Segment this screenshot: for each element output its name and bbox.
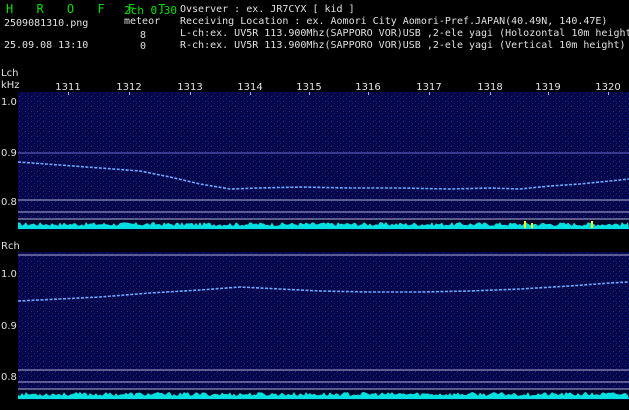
lch-time-tick: 1312 [116, 82, 141, 93]
lch-time-tick: 1318 [477, 82, 502, 93]
lch-time-tick: 1311 [55, 82, 80, 93]
lch-meteor-count: 8 [139, 30, 146, 41]
rch-meteor-count: 0 [139, 41, 146, 52]
meteor-label: meteor [124, 16, 161, 27]
lch-ytick: 0.8 [1, 197, 17, 208]
lch-ytick: 0.9 [1, 148, 17, 159]
rch-label: Rch [1, 241, 20, 252]
lch-time-tick: 1320 [595, 82, 620, 93]
lch-time-tick: 1314 [237, 82, 262, 93]
rch-ytick: 0.8 [1, 372, 17, 383]
location-info: Receiving Location : ex. Aomori City Aom… [180, 16, 608, 27]
lch-label: Lch [1, 68, 18, 79]
rch-ytick: 1.0 [1, 269, 17, 280]
lch-ytick: 1.0 [1, 97, 17, 108]
lch-spectrum-area [18, 92, 629, 227]
lch-panel: Lch kHz 1311 1312 1313 1314 1315 1316 13… [1, 68, 629, 230]
lch-time-tick: 1315 [296, 82, 321, 93]
lch-time-ticks: 1311 1312 1313 1314 1315 1316 1317 1318 … [55, 82, 620, 93]
rch-panel: Rch 1.0 0.9 0.8 [1, 241, 629, 400]
lch-receiver-info: L-ch:ex. UV5R 113.900Mhz(SAPPORO VOR)USB… [180, 28, 629, 39]
lch-time-tick: 1317 [416, 82, 441, 93]
lch-time-tick: 1316 [355, 82, 380, 93]
file-name: 2509081310.png [4, 18, 89, 29]
rch-receiver-info: R-ch:ex. UV5R 113.900Mhz(SAPPORO VOR)USB… [180, 40, 626, 51]
spectrogram-panels: Lch kHz 1311 1312 1313 1314 1315 1316 13… [1, 68, 629, 400]
rch-ytick: 0.9 [1, 321, 17, 332]
capture-datetime: 25.09.08 13:10 [4, 40, 89, 51]
observer-info: Ovserver : ex. JR7CYX [ kid ] [180, 4, 355, 15]
header: H R O F F T 2ch 0.30 2509081310.png mete… [0, 0, 629, 68]
lch-time-tick: 1313 [177, 82, 202, 93]
lch-unit-label: kHz [1, 80, 20, 91]
rch-spectrum-area [18, 252, 629, 397]
lch-time-tick: 1319 [535, 82, 560, 93]
